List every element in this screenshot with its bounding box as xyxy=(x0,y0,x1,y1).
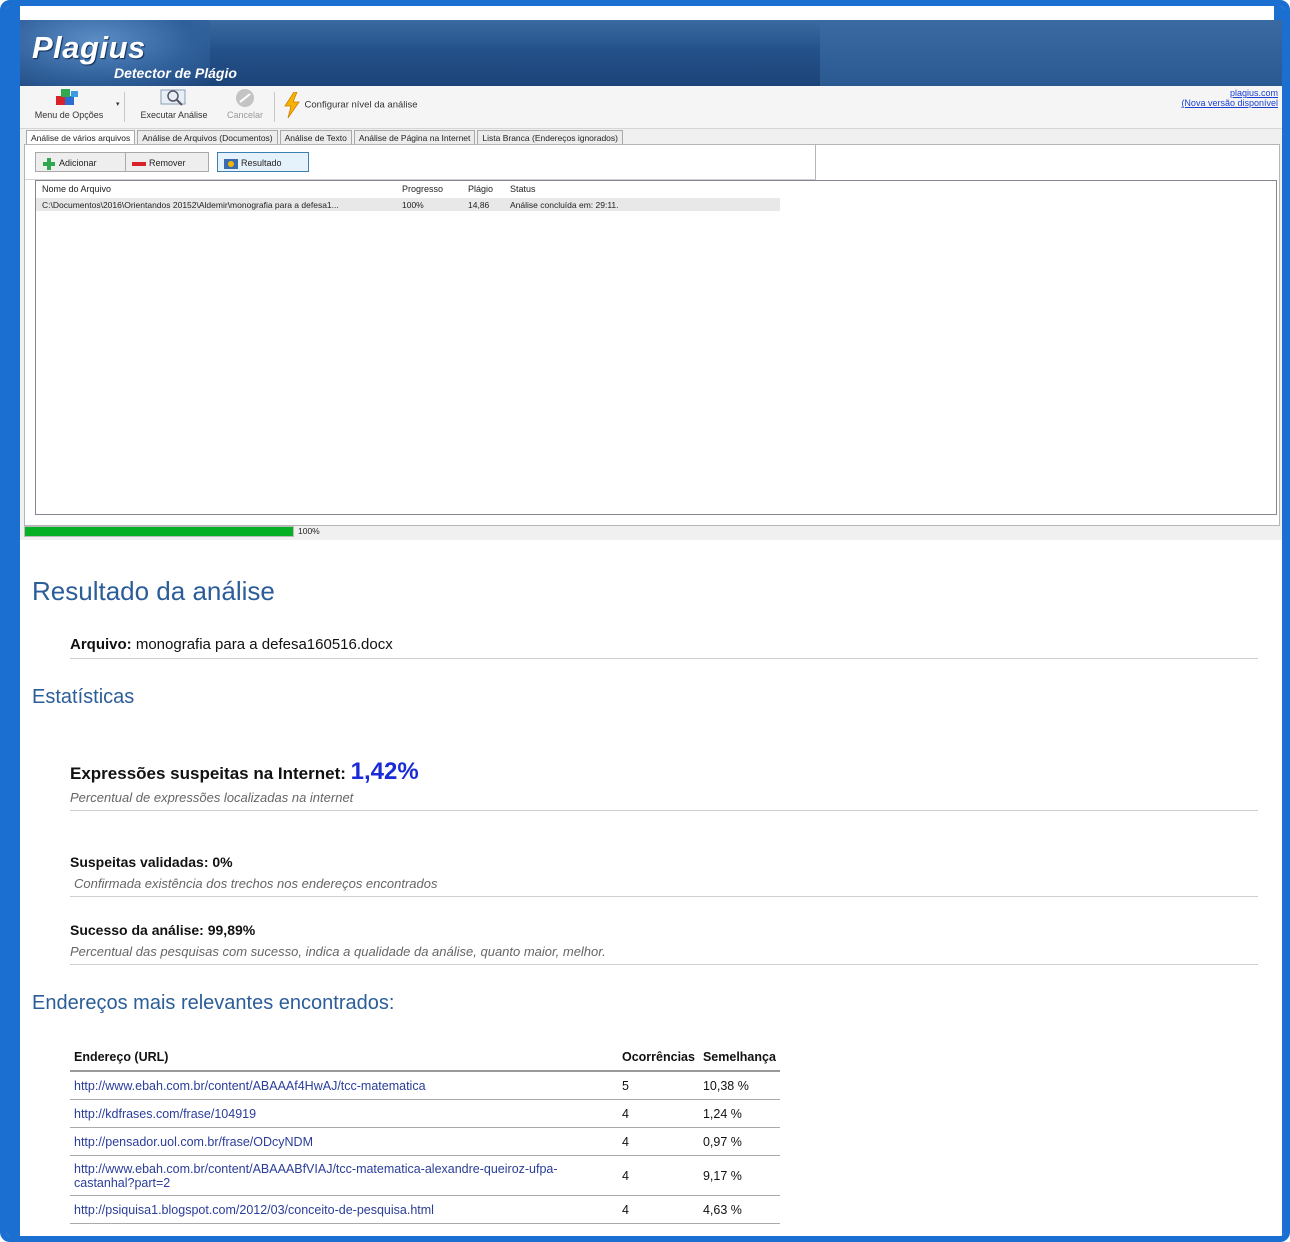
occurrences-cell: 4 xyxy=(618,1155,699,1196)
minus-icon xyxy=(132,161,146,166)
banner-right-panel xyxy=(820,20,1282,86)
table-row: http://kdfrases.com/frase/104919 4 1,24 … xyxy=(70,1099,780,1128)
success-stat: Sucesso da análise: 99,89% xyxy=(70,922,256,938)
plagius-site-link[interactable]: plagius.com xyxy=(1230,88,1278,98)
execute-analysis-label: Executar Análise xyxy=(140,110,208,120)
occurrences-column-header: Ocorrências xyxy=(618,1042,699,1072)
tab-whitelist[interactable]: Lista Branca (Endereços ignorados) xyxy=(477,130,623,145)
cancel-circle-icon xyxy=(236,89,254,107)
tab-text[interactable]: Análise de Texto xyxy=(279,130,352,145)
similarity-cell: 4,63 % xyxy=(698,1195,780,1224)
remove-file-button[interactable]: Remover xyxy=(125,152,209,172)
menu-blocks-icon xyxy=(56,89,78,105)
divider xyxy=(70,896,1258,897)
magnifier-icon xyxy=(160,89,186,106)
new-version-link[interactable]: (Nova versão disponível xyxy=(1181,98,1278,108)
plagius-app: Plagius Detector de Plágio Menu de Opçõe… xyxy=(20,20,1282,540)
toolbar-separator xyxy=(274,92,275,122)
file-info: Arquivo: monografia para a defesa160516.… xyxy=(70,636,393,653)
add-file-label: Adicionar xyxy=(59,158,97,168)
lightning-icon xyxy=(284,91,300,119)
table-row: http://www.ebah.com.br/content/ABAAABfVI… xyxy=(70,1155,780,1196)
similarity-cell: 1,24 % xyxy=(698,1099,780,1128)
result-button[interactable]: Resultado xyxy=(217,152,309,172)
divider xyxy=(70,658,1258,659)
multiple-files-panel: Adicionar Remover Resultado Nome do Arqu… xyxy=(24,144,1280,526)
file-row-status: Análise concluída em: 29:11. xyxy=(510,200,619,210)
cancel-label: Cancelar xyxy=(226,110,264,120)
file-list: Nome do Arquivo Progresso Plágio Status … xyxy=(35,180,1277,515)
internet-suspicious-stat: Expressões suspeitas na Internet: 1,42% xyxy=(70,758,419,786)
analysis-tabs: Análise de vários arquivos Análise de Ar… xyxy=(26,130,625,145)
analysis-progress-label: 100% xyxy=(298,526,320,536)
table-row: http://pensador.uol.com.br/frase/ODcyNDM… xyxy=(70,1127,780,1156)
url-link[interactable]: http://www.ebah.com.br/content/ABAAAf4Hw… xyxy=(74,1079,426,1093)
occurrences-cell: 5 xyxy=(618,1071,699,1100)
cancel-button[interactable]: Cancelar xyxy=(220,88,270,120)
validated-stat: Suspeitas validadas: 0% xyxy=(70,854,233,870)
file-row-path: C:\Documentos\2016\Orientandos 20152\Ald… xyxy=(42,200,339,210)
frame-border-left xyxy=(6,6,20,1236)
remove-file-label: Remover xyxy=(149,158,186,168)
occurrences-cell: 4 xyxy=(618,1127,699,1156)
column-header-plagiarism[interactable]: Plágio xyxy=(468,184,493,194)
configure-level-button[interactable]: Configurar nível da análise xyxy=(282,91,462,119)
app-logo: Plagius xyxy=(32,30,146,65)
file-row-progress: 100% xyxy=(402,200,424,210)
file-actions-bar: Adicionar Remover Resultado xyxy=(25,145,816,180)
similarity-cell: 0,97 % xyxy=(698,1127,780,1156)
file-info-label: Arquivo: xyxy=(70,636,132,653)
similarity-column-header: Semelhança xyxy=(698,1042,780,1072)
column-header-progress[interactable]: Progresso xyxy=(402,184,443,194)
url-link[interactable]: http://psiquisa1.blogspot.com/2012/03/co… xyxy=(74,1203,434,1217)
internet-suspicious-desc: Percentual de expressões localizadas na … xyxy=(70,790,354,805)
urls-table-header: Endereço (URL) Ocorrências Semelhança xyxy=(70,1042,780,1072)
urls-table: Endereço (URL) Ocorrências Semelhança ht… xyxy=(70,1042,780,1224)
tab-documents[interactable]: Análise de Arquivos (Documentos) xyxy=(137,130,278,145)
menu-options-button[interactable]: Menu de Opções ▾ xyxy=(24,88,120,120)
toolbar: Menu de Opções ▾ Executar Análise Cancel… xyxy=(20,86,1282,129)
similarity-cell: 10,38 % xyxy=(698,1071,780,1100)
result-label: Resultado xyxy=(241,158,282,168)
analysis-report: Resultado da análise Arquivo: monografia… xyxy=(20,540,1282,1236)
similarity-cell: 9,17 % xyxy=(698,1155,780,1196)
toolbar-separator xyxy=(124,92,125,122)
table-row: http://psiquisa1.blogspot.com/2012/03/co… xyxy=(70,1195,780,1224)
success-desc: Percentual das pesquisas com sucesso, in… xyxy=(70,944,606,959)
file-row-plagiarism: 14,86 xyxy=(468,200,490,210)
plus-icon xyxy=(43,157,55,170)
window-frame: Plagius Detector de Plágio Menu de Opçõe… xyxy=(0,0,1290,1242)
occurrences-cell: 4 xyxy=(618,1099,699,1128)
divider xyxy=(70,810,1258,811)
url-link[interactable]: http://kdfrases.com/frase/104919 xyxy=(74,1107,256,1121)
urls-title: Endereços mais relevantes encontrados: xyxy=(32,992,395,1014)
report-icon xyxy=(224,158,238,169)
column-header-file[interactable]: Nome do Arquivo xyxy=(42,184,111,194)
column-header-status[interactable]: Status xyxy=(510,184,536,194)
report-title: Resultado da análise xyxy=(32,576,275,606)
url-link[interactable]: http://www.ebah.com.br/content/ABAAABfVI… xyxy=(74,1162,558,1190)
tab-multiple-files[interactable]: Análise de vários arquivos xyxy=(26,130,136,145)
menu-dropdown-arrow-icon: ▾ xyxy=(116,101,120,108)
menu-options-label: Menu de Opções xyxy=(34,110,104,120)
title-banner: Plagius Detector de Plágio xyxy=(20,20,1282,86)
app-logo-subtitle: Detector de Plágio xyxy=(114,65,237,81)
divider xyxy=(70,964,1258,965)
configure-level-label: Configurar nível da análise xyxy=(304,99,418,111)
analysis-progress-bar xyxy=(24,526,294,537)
internet-suspicious-label: Expressões suspeitas na Internet: xyxy=(70,764,346,783)
internet-suspicious-value: 1,42% xyxy=(350,758,419,785)
statistics-title: Estatísticas xyxy=(32,686,135,708)
occurrences-cell: 4 xyxy=(618,1195,699,1224)
add-file-button[interactable]: Adicionar xyxy=(35,152,131,172)
table-row: http://www.ebah.com.br/content/ABAAAf4Hw… xyxy=(70,1071,780,1100)
url-link[interactable]: http://pensador.uol.com.br/frase/ODcyNDM xyxy=(74,1135,313,1149)
file-info-name: monografia para a defesa160516.docx xyxy=(135,636,393,653)
tab-web-page[interactable]: Análise de Página na Internet xyxy=(353,130,476,145)
validated-desc: Confirmada existência dos trechos nos en… xyxy=(74,876,438,891)
execute-analysis-button[interactable]: Executar Análise xyxy=(130,88,218,120)
url-column-header: Endereço (URL) xyxy=(70,1042,618,1072)
